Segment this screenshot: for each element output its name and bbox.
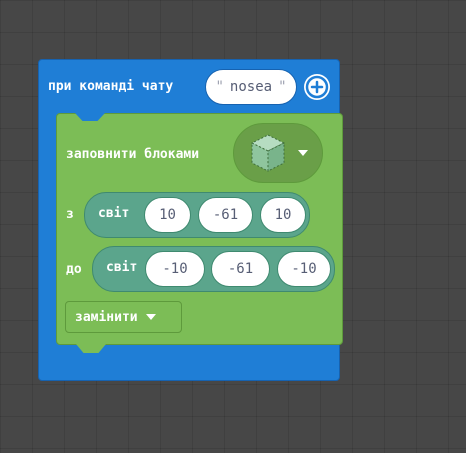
from-x-input[interactable]: 10 [144,197,191,233]
to-label: до [66,262,82,277]
add-parameter-icon[interactable] [304,74,330,100]
block-type-dropdown[interactable] [233,123,323,183]
fill-mode-dropdown[interactable]: замінити [65,301,182,333]
fill-with-blocks-block[interactable]: заповнити блоками з світ 10 -61 10 до св… [56,113,343,345]
command-value: nosea [229,79,273,95]
from-z-input[interactable]: 10 [260,197,306,233]
from-y-input[interactable]: -61 [198,197,253,233]
plus-icon [305,75,329,99]
grass-cube-icon [250,134,286,172]
fill-with-blocks-label: заповнити блоками [66,147,200,162]
chevron-down-icon [145,314,156,320]
open-quote: " [215,79,224,95]
from-world-label: світ [98,206,130,221]
to-world-label: світ [106,260,138,275]
to-y-input[interactable]: -61 [211,251,270,287]
block-top-notch [75,113,105,121]
fill-mode-label: замінити [75,309,138,325]
chevron-down-icon [298,150,308,156]
on-chat-command-label: при команді чату [48,79,174,94]
from-label: з [66,207,74,222]
to-world-position[interactable]: світ -10 -61 -10 [92,246,335,292]
to-x-input[interactable]: -10 [145,251,205,287]
to-z-input[interactable]: -10 [277,251,331,287]
command-input[interactable]: " nosea " [205,69,297,105]
from-world-position[interactable]: світ 10 -61 10 [84,192,310,238]
close-quote: " [278,79,287,95]
